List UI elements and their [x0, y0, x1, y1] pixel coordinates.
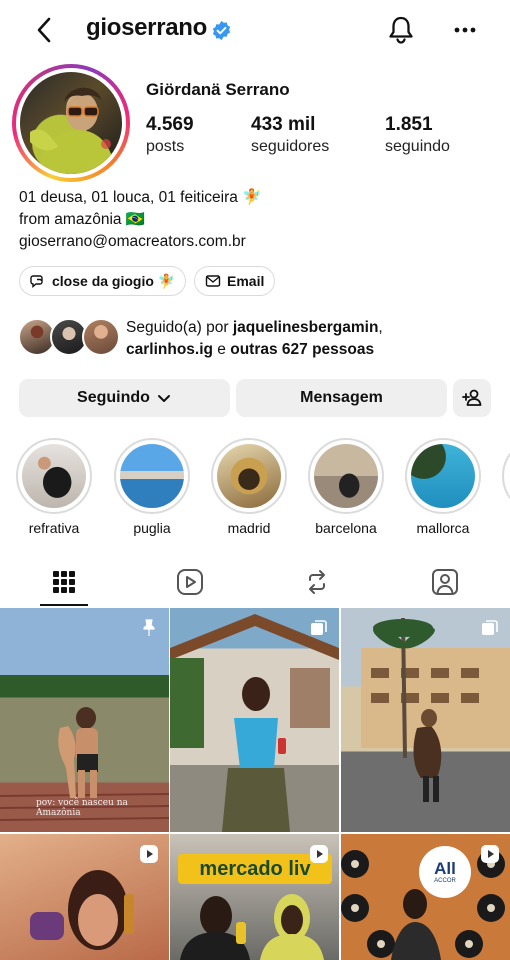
verified-badge-icon — [212, 20, 231, 41]
separator: , — [378, 319, 383, 336]
followed-by-prefix: Seguido(a) por — [126, 319, 233, 336]
chevron-left-icon — [37, 17, 51, 43]
post-thumbnail[interactable] — [341, 608, 510, 832]
more-options-button[interactable] — [450, 18, 480, 42]
bio-line: 01 deusa, 01 louca, 01 feiticeira 🧚 — [19, 189, 262, 206]
message-button[interactable]: Mensagem — [236, 379, 447, 417]
highlight-label: refrativa — [28, 520, 80, 536]
notifications-button[interactable] — [386, 14, 416, 46]
conjunction: e — [213, 341, 231, 358]
stat-label: seguidores — [251, 138, 330, 155]
reel-icon — [140, 845, 158, 863]
profile-header: gioserrano — [0, 0, 510, 62]
chip-label: Email — [227, 273, 265, 289]
highlight-cover — [217, 444, 281, 508]
story-highlight[interactable]: barcelona — [308, 438, 384, 536]
highlight-label: mallorca — [416, 520, 470, 536]
stat-value: 433 mil — [251, 114, 316, 135]
profile-username: gioserrano — [86, 14, 208, 41]
stat-label: seguindo — [385, 138, 450, 155]
post-thumbnail[interactable]: mercado liv — [170, 834, 339, 960]
highlight-cover — [120, 444, 184, 508]
tagged-icon — [432, 569, 458, 595]
chevron-down-icon — [157, 395, 170, 402]
highlight-label: madrid — [227, 520, 271, 536]
close-friends-chip[interactable]: close da giogio 🧚 — [19, 266, 187, 296]
mail-icon — [205, 275, 221, 287]
profile-bio: 01 deusa, 01 louca, 01 feiticeira 🧚 from… — [19, 187, 261, 253]
more-horizontal-icon — [454, 27, 476, 33]
story-highlight[interactable]: puglia — [114, 438, 190, 536]
post-caption-overlay: pov: você nasceu na Amazônia — [36, 798, 128, 818]
highlight-cover — [314, 444, 378, 508]
highlight-label: barcelona — [315, 520, 377, 536]
close-friends-icon — [30, 275, 43, 288]
reel-icon — [310, 845, 328, 863]
post-image — [170, 614, 339, 832]
following-button-label: Seguindo — [77, 389, 150, 406]
suggested-users-button[interactable] — [453, 379, 491, 417]
posts-count[interactable]: 4.569 posts — [146, 114, 194, 156]
email-chip[interactable]: Email — [194, 266, 276, 296]
avatar — [20, 72, 122, 174]
tab-reposts[interactable] — [297, 564, 337, 600]
highlight-cover — [22, 444, 86, 508]
profile-avatar-story-ring[interactable] — [12, 64, 130, 182]
chip-label: close da giogio 🧚 — [52, 272, 176, 289]
pin-icon — [143, 619, 155, 636]
active-tab-indicator — [40, 604, 88, 606]
followers-count[interactable]: 433 mil seguidores — [251, 114, 329, 156]
reels-icon — [177, 569, 203, 595]
story-highlight[interactable]: mallorca — [405, 438, 481, 536]
following-button[interactable]: Seguindo — [19, 379, 230, 417]
post-thumbnail[interactable] — [0, 834, 169, 960]
story-highlight[interactable]: refrativa — [16, 438, 92, 536]
mutual-follower-avatar — [82, 318, 120, 356]
repost-icon — [309, 570, 325, 594]
message-button-label: Mensagem — [300, 389, 383, 406]
stat-value: 1.851 — [385, 114, 433, 135]
followed-by-text: Seguido(a) por jaquelinesbergamin, carli… — [126, 317, 383, 361]
brand-badge-subtext: ACCOR — [434, 877, 456, 884]
bell-icon — [389, 16, 413, 44]
story-highlight-partial[interactable] — [502, 438, 510, 514]
carousel-icon — [482, 620, 498, 635]
bio-line: from amazônia 🇧🇷 — [19, 211, 146, 228]
story-highlight[interactable]: madrid — [211, 438, 287, 536]
profile-full-name: Giördanä Serrano — [146, 80, 290, 99]
grid-icon — [53, 571, 75, 593]
tab-tagged[interactable] — [425, 564, 465, 600]
brand-badge-text: All — [434, 858, 456, 878]
tab-reels[interactable] — [170, 564, 210, 600]
carousel-icon — [311, 620, 327, 635]
post-thumbnail[interactable]: pov: você nasceu na Amazônia — [0, 608, 169, 832]
post-image — [361, 617, 510, 802]
following-count[interactable]: 1.851 seguindo — [385, 114, 450, 156]
mutual-follower-link[interactable]: carlinhos.ig — [126, 341, 213, 358]
tab-grid[interactable] — [44, 564, 84, 600]
other-followers-link[interactable]: outras 627 pessoas — [230, 341, 374, 358]
mutual-follower-link[interactable]: jaquelinesbergamin — [233, 319, 379, 336]
highlight-label: puglia — [133, 520, 171, 536]
back-button[interactable] — [30, 14, 60, 46]
reel-icon — [481, 845, 499, 863]
post-thumbnail[interactable]: All ACCOR — [341, 834, 510, 960]
bio-email-link[interactable]: gioserrano@omacreators.com.br — [19, 231, 261, 253]
post-thumbnail[interactable] — [170, 608, 339, 832]
stat-label: posts — [146, 138, 185, 155]
avatar-photo — [30, 87, 116, 174]
stat-value: 4.569 — [146, 114, 194, 135]
followed-by-row[interactable]: Seguido(a) por jaquelinesbergamin, carli… — [18, 316, 498, 360]
brand-badge: All ACCOR — [419, 846, 471, 898]
add-person-icon — [462, 389, 482, 406]
highlight-cover — [411, 444, 475, 508]
